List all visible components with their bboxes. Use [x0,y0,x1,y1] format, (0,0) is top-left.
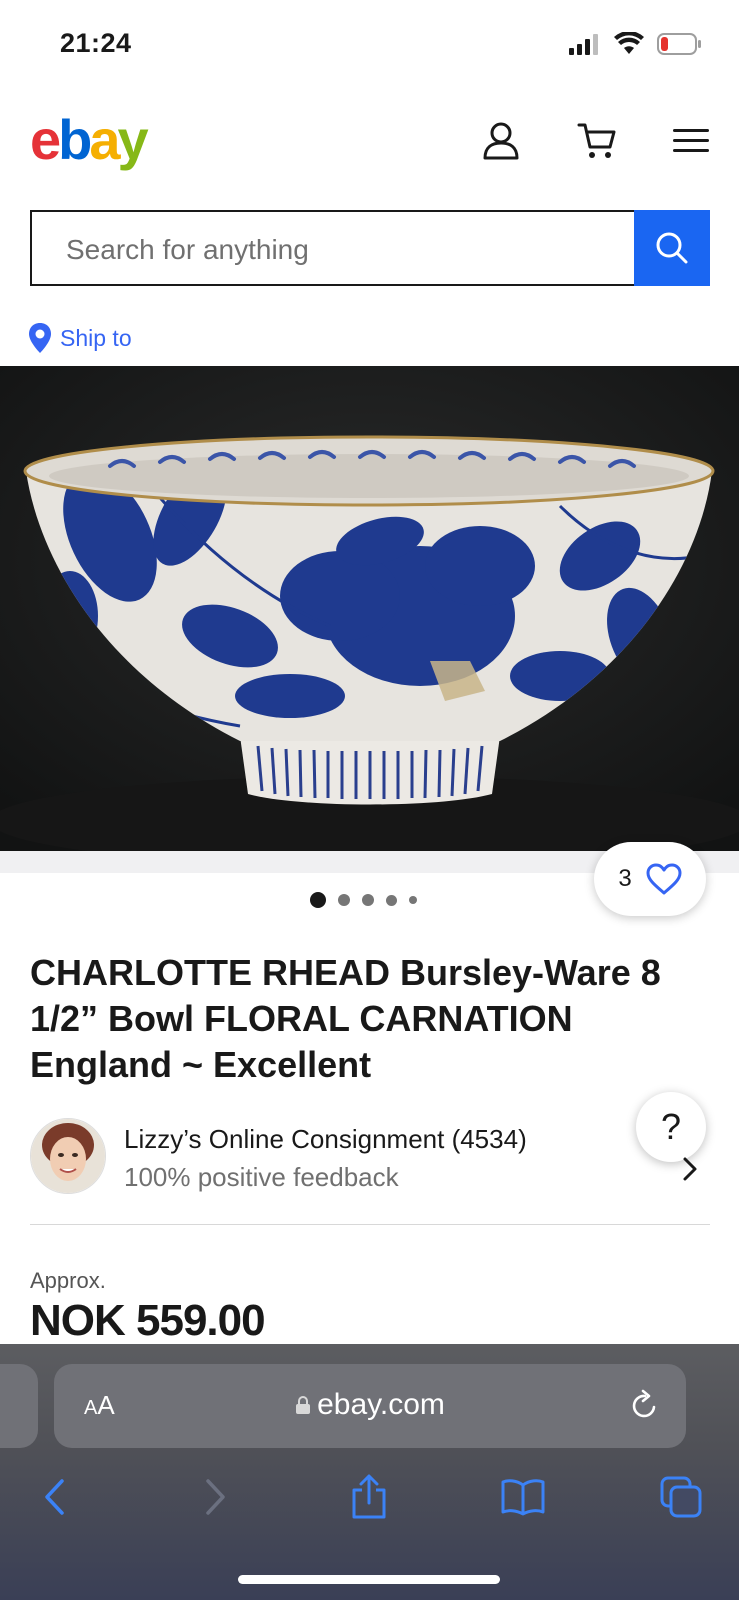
heart-icon [646,863,682,895]
pagination-dot[interactable] [386,894,397,906]
browser-toolbar: AA ebay.com [0,1344,739,1600]
cellular-signal-icon [569,34,598,55]
search-input[interactable]: Search for anything [30,210,636,286]
tabs-icon[interactable] [656,1472,706,1522]
pagination-dot[interactable] [409,896,417,904]
home-indicator[interactable] [238,1575,500,1584]
address-bar[interactable]: AA ebay.com [54,1364,686,1448]
back-icon[interactable] [30,1472,80,1522]
browser-nav-bar [0,1472,739,1532]
seller-info[interactable]: Lizzy’s Online Consignment (4534) 100% p… [30,1118,710,1198]
ship-to-label: Ship to [60,324,132,351]
site-header: ebay [0,100,739,180]
listing-title: CHARLOTTE RHEAD Bursley-Ware 8 1/2” Bowl… [30,952,661,1085]
cart-icon[interactable] [576,120,618,162]
status-icons [569,32,703,56]
image-pagination[interactable] [310,892,417,908]
battery-low-icon [657,33,701,55]
share-icon[interactable] [344,1472,394,1522]
location-pin-icon [29,323,51,353]
search-icon [656,232,688,264]
chevron-right-icon [683,1157,697,1181]
search-bar: Search for anything [30,210,710,286]
approx-label: Approx. [30,1268,106,1293]
price: NOK 559.00 [30,1296,266,1345]
url-display[interactable]: ebay.com [54,1388,686,1422]
seller-feedback: 100% positive feedback [124,1162,399,1192]
seller-name[interactable]: Lizzy’s Online Consignment (4534) [124,1124,527,1155]
seller-avatar [30,1118,106,1194]
pagination-dot[interactable] [362,894,374,906]
previous-tab-edge[interactable] [0,1364,38,1448]
forward-icon[interactable] [190,1472,240,1522]
ebay-logo[interactable]: ebay [30,112,149,168]
search-button[interactable] [634,210,710,286]
search-placeholder: Search for anything [66,234,309,265]
reload-icon[interactable] [630,1388,660,1420]
product-image[interactable] [0,366,739,851]
watch-count: 3 [618,865,632,892]
url-text: ebay.com [317,1388,445,1421]
wifi-icon [614,32,644,54]
menu-icon[interactable] [670,120,712,162]
bookmarks-icon[interactable] [498,1472,548,1522]
section-divider [30,1224,710,1225]
ship-to-link[interactable]: Ship to [28,322,132,354]
status-time: 21:24 [60,28,132,58]
watch-button[interactable]: 3 [594,842,706,916]
account-icon[interactable] [480,120,522,162]
status-bar: 21:24 [0,0,739,90]
lock-icon [296,1396,311,1414]
pagination-dot-active[interactable] [310,892,326,908]
bowl-illustration [0,366,739,851]
pagination-dot[interactable] [338,894,350,906]
